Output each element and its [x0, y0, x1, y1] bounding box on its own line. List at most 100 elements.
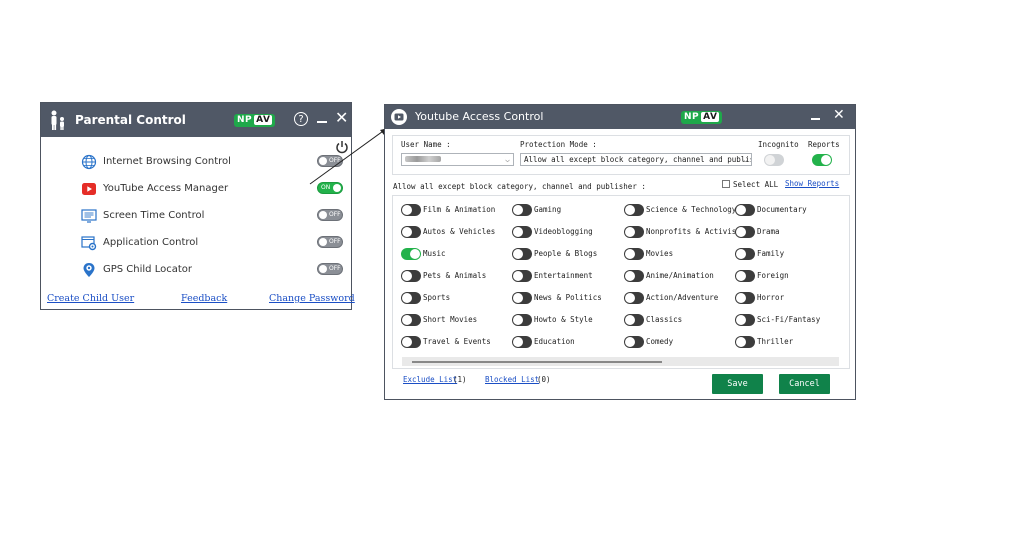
protection-mode-label: Protection Mode :	[520, 140, 597, 149]
category-toggle[interactable]	[735, 336, 755, 348]
horizontal-scrollbar[interactable]	[402, 357, 839, 366]
blocked-count: (0)	[537, 375, 551, 384]
category-label: Action/Adventure	[646, 293, 719, 302]
category-label: Classics	[646, 315, 683, 324]
category-toggle[interactable]	[624, 270, 644, 282]
category-item: Short Movies	[401, 314, 511, 326]
exclude-list-link[interactable]: Exclude List	[403, 375, 457, 384]
category-label: Family	[757, 249, 785, 258]
category-item: Pets & Animals	[401, 270, 511, 282]
category-toggle[interactable]	[735, 248, 755, 260]
item-label: Internet Browsing Control	[103, 156, 231, 167]
category-toggle[interactable]	[401, 248, 421, 260]
category-toggle[interactable]	[624, 292, 644, 304]
category-toggle[interactable]	[735, 314, 755, 326]
power-icon[interactable]	[335, 140, 349, 154]
cancel-button[interactable]: Cancel	[779, 374, 830, 394]
category-toggle[interactable]	[401, 226, 421, 238]
create-child-user-link[interactable]: Create Child User	[47, 293, 134, 304]
category-toggle[interactable]	[512, 270, 532, 282]
item-gps-locator: GPS Child Locator OFF	[81, 261, 343, 281]
category-item: Nonprofits & Activism	[624, 226, 741, 238]
location-pin-icon	[83, 263, 95, 277]
category-item: Education	[512, 336, 622, 348]
category-toggle[interactable]	[624, 314, 644, 326]
internet-browsing-toggle[interactable]: OFF	[317, 155, 343, 167]
item-label: YouTube Access Manager	[103, 183, 229, 194]
category-toggle[interactable]	[512, 204, 532, 216]
category-toggle[interactable]	[512, 292, 532, 304]
application-control-toggle[interactable]: OFF	[317, 236, 343, 248]
category-toggle[interactable]	[512, 226, 532, 238]
category-item: Family	[735, 248, 845, 260]
npav-logo: NP AV	[234, 114, 276, 127]
category-toggle[interactable]	[735, 292, 755, 304]
category-toggle[interactable]	[624, 248, 644, 260]
reports-toggle[interactable]	[812, 154, 832, 166]
category-toggle[interactable]	[624, 336, 644, 348]
category-item: Videoblogging	[512, 226, 622, 238]
help-icon[interactable]: ?	[294, 112, 308, 126]
category-toggle[interactable]	[512, 314, 532, 326]
category-item: Foreign	[735, 270, 845, 282]
category-grid: Film & Animation Gaming Science & Technolo…	[392, 195, 850, 369]
globe-icon	[81, 154, 97, 170]
youtube-access-toggle[interactable]: ON	[317, 182, 343, 194]
category-label: Travel & Events	[423, 337, 491, 346]
category-toggle[interactable]	[624, 226, 644, 238]
item-screen-time: Screen Time Control OFF	[81, 207, 343, 227]
user-name-value-blurred	[405, 156, 441, 162]
category-label: Sci-Fi/Fantasy	[757, 315, 821, 324]
category-item: Classics	[624, 314, 734, 326]
category-toggle[interactable]	[735, 226, 755, 238]
show-reports-link[interactable]: Show Reports	[785, 179, 839, 188]
select-all-checkbox[interactable]	[722, 180, 730, 188]
category-item: Music	[401, 248, 511, 260]
save-button[interactable]: Save	[712, 374, 763, 394]
select-all-label: Select ALL	[733, 180, 779, 189]
close-button[interactable]: ✕	[833, 108, 845, 122]
blocked-list-link[interactable]: Blocked List	[485, 375, 539, 384]
category-label: Short Movies	[423, 315, 478, 324]
category-item: Action/Adventure	[624, 292, 734, 304]
incognito-label: Incognito	[758, 140, 799, 149]
category-label: Comedy	[646, 337, 674, 346]
screen-time-toggle[interactable]: OFF	[317, 209, 343, 221]
category-label: Anime/Animation	[646, 271, 714, 280]
category-toggle[interactable]	[512, 248, 532, 260]
gps-locator-toggle[interactable]: OFF	[317, 263, 343, 275]
category-toggle[interactable]	[401, 204, 421, 216]
item-label: Screen Time Control	[103, 210, 205, 221]
category-toggle[interactable]	[401, 314, 421, 326]
category-label: Science & Technology	[646, 205, 737, 214]
close-button[interactable]: ✕	[335, 110, 348, 126]
category-toggle[interactable]	[512, 336, 532, 348]
incognito-toggle[interactable]	[764, 154, 784, 166]
category-label: Entertainment	[534, 271, 593, 280]
exclude-count: (1)	[453, 375, 467, 384]
category-toggle[interactable]	[735, 270, 755, 282]
item-application-control: Application Control OFF	[81, 234, 343, 254]
category-toggle[interactable]	[735, 204, 755, 216]
item-label: Application Control	[103, 237, 199, 248]
category-item: Documentary	[735, 204, 845, 216]
feedback-link[interactable]: Feedback	[181, 293, 227, 304]
user-name-select[interactable]: ⌵	[401, 153, 514, 166]
category-toggle[interactable]	[624, 204, 644, 216]
minimize-button[interactable]	[317, 121, 327, 123]
category-label: Education	[534, 337, 575, 346]
category-item: Film & Animation	[401, 204, 511, 216]
category-label: Videoblogging	[534, 227, 593, 236]
reports-label: Reports	[808, 140, 840, 149]
protection-mode-select[interactable]: Allow all except block category, channel…	[520, 153, 752, 166]
npav-logo: NP AV	[681, 111, 723, 124]
category-toggle[interactable]	[401, 292, 421, 304]
minimize-button[interactable]	[811, 118, 820, 120]
screen-icon	[81, 209, 97, 223]
category-item: Entertainment	[512, 270, 622, 282]
item-internet-browsing: Internet Browsing Control OFF	[81, 153, 343, 173]
change-password-link[interactable]: Change Password	[269, 293, 355, 304]
category-item: Sci-Fi/Fantasy	[735, 314, 845, 326]
category-toggle[interactable]	[401, 336, 421, 348]
category-toggle[interactable]	[401, 270, 421, 282]
